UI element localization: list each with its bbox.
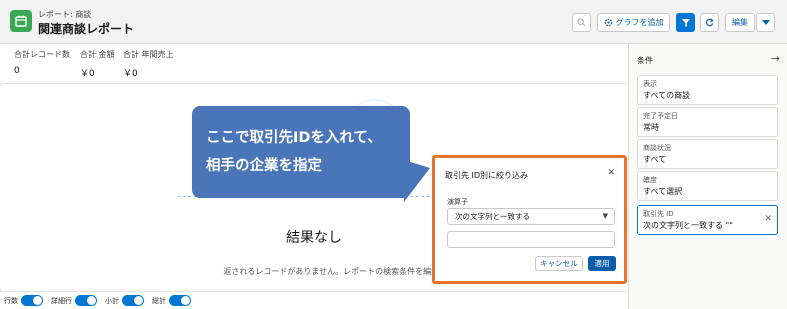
toggle-label: 行数 (4, 296, 18, 305)
filter-value: すべて (643, 155, 667, 164)
filter-label: 商談状況 (643, 144, 671, 152)
filter-panel: 条件 → 表示 すべての商談 完了予定日 常時 商談状況 すべて 確度 すべて選… (628, 44, 787, 309)
callout-line-2: 相手の企業を指定 (206, 158, 322, 174)
filter-label: 表示 (643, 80, 657, 88)
report-summary: 合計レコード数 0 合計 金額 ￥0 合計 年間売上 ￥0 (0, 44, 628, 84)
grand-total-toggle[interactable] (169, 295, 191, 306)
search-icon (577, 18, 586, 27)
subtotal-toggle[interactable] (122, 295, 144, 306)
callout-line-1: ここで取引先IDを入れて、 (206, 130, 382, 146)
filter-value: 常時 (643, 123, 659, 132)
filter-label: 確度 (643, 176, 657, 184)
summary-label: 合計 年間売上 (123, 50, 174, 59)
summary-annual-revenue: 合計 年間売上 ￥0 (123, 49, 174, 79)
close-icon[interactable]: ✕ (607, 168, 615, 178)
filter-value: 次の文字列と一致する "" (643, 221, 733, 230)
toggle-label: 総計 (152, 296, 166, 305)
detail-rows-toggle-group: 詳細行 (51, 295, 97, 306)
filter-probability[interactable]: 確度 すべて選択 (637, 171, 778, 201)
filter-label: 取引先 ID (643, 210, 674, 218)
add-graph-label: グラフを追加 (615, 18, 664, 27)
operator-value: 次の文字列と一致する (455, 212, 530, 221)
refresh-button[interactable] (700, 13, 719, 32)
search-button[interactable] (572, 13, 591, 32)
filter-opportunity-status[interactable]: 商談状況 すべて (637, 139, 778, 169)
filter-show[interactable]: 表示 すべての商談 (637, 75, 778, 105)
subtotal-toggle-group: 小計 (105, 295, 144, 306)
filter-label: 完了予定日 (643, 112, 678, 120)
summary-value: 0 (14, 66, 20, 76)
apply-button[interactable]: 適用 (588, 256, 616, 271)
operator-select[interactable]: 次の文字列と一致する ▼ (447, 208, 615, 225)
edit-button[interactable]: 編集 (725, 13, 755, 32)
filter-panel-title: 条件 (637, 56, 653, 65)
operator-label: 演算子 (447, 198, 468, 206)
report-footer: 行数 詳細行 小計 総計 (0, 291, 628, 309)
chevron-down-icon: ▼ (602, 212, 608, 220)
toggle-label: 詳細行 (51, 296, 72, 305)
filter-account-id[interactable]: 取引先 ID 次の文字列と一致する "" ✕ (637, 205, 778, 235)
chevron-down-icon (761, 19, 770, 25)
more-actions-button[interactable] (756, 13, 775, 32)
row-count-toggle-group: 行数 (4, 295, 43, 306)
grand-total-toggle-group: 総計 (152, 295, 191, 306)
toggle-label: 小計 (105, 296, 119, 305)
popover-title: 取引先 ID別に絞り込み (445, 171, 529, 180)
cancel-button[interactable]: キャンセル (535, 256, 583, 271)
gear-icon (604, 18, 612, 27)
page-header: レポート: 商談 関連商談レポート グラフを追加 編集 (0, 0, 787, 44)
summary-label: 合計レコード数 (14, 50, 70, 59)
filter-close-date[interactable]: 完了予定日 常時 (637, 107, 778, 137)
refresh-icon (705, 18, 714, 27)
edit-label: 編集 (732, 18, 748, 27)
summary-amount: 合計 金額 ￥0 (80, 49, 115, 79)
filter-popover: 取引先 ID別に絞り込み ✕ 演算子 次の文字列と一致する ▼ キャンセル 適用 (432, 155, 627, 284)
summary-record-count: 合計レコード数 0 (14, 49, 70, 76)
report-app-icon (10, 10, 32, 32)
arrow-right-icon[interactable]: → (771, 52, 780, 65)
summary-value: ￥0 (80, 69, 95, 79)
filter-button[interactable] (676, 13, 695, 32)
summary-value: ￥0 (123, 69, 138, 79)
annotation-callout: ここで取引先IDを入れて、 相手の企業を指定 (192, 106, 410, 198)
filter-value: すべて選択 (643, 187, 683, 196)
filter-value: すべての商談 (643, 91, 691, 100)
summary-label: 合計 金額 (80, 50, 115, 59)
add-graph-button[interactable]: グラフを追加 (597, 13, 670, 32)
remove-filter-icon[interactable]: ✕ (764, 214, 772, 224)
page-title: 関連商談レポート (38, 22, 135, 36)
row-count-toggle[interactable] (21, 295, 43, 306)
account-id-input[interactable] (447, 231, 615, 248)
filter-icon (681, 18, 690, 27)
detail-rows-toggle[interactable] (75, 295, 97, 306)
breadcrumb: レポート: 商談 (38, 10, 92, 19)
